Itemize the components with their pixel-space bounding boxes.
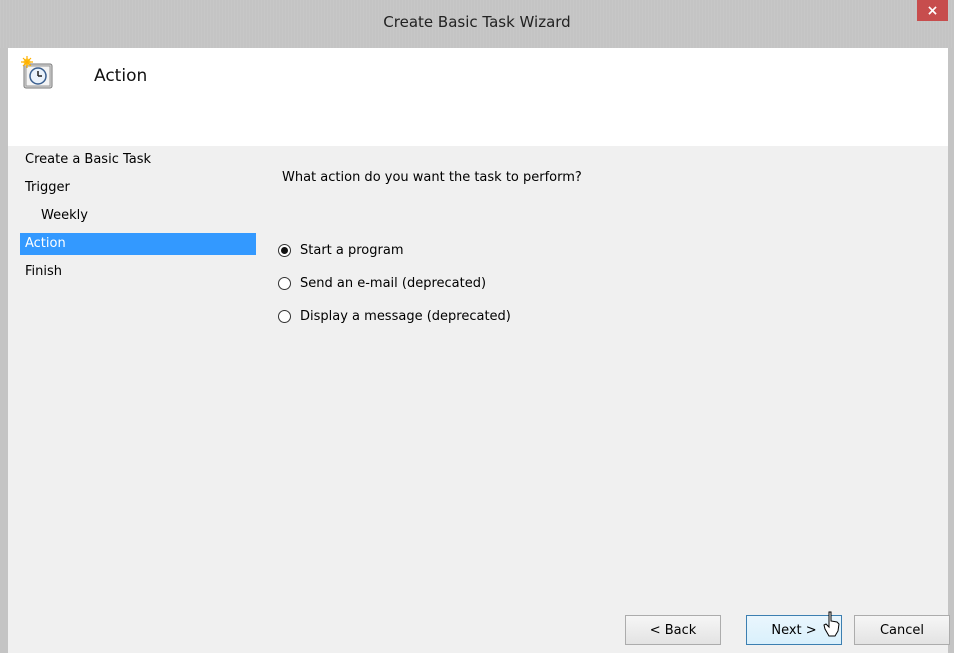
window-frame-right (948, 48, 954, 653)
action-question: What action do you want the task to perf… (282, 170, 582, 185)
option-label: Display a message (deprecated) (300, 309, 511, 324)
step-create-basic-task: Create a Basic Task (25, 152, 152, 167)
radio-display-message[interactable] (278, 310, 291, 323)
step-weekly: Weekly (41, 208, 88, 223)
task-scheduler-icon (21, 56, 53, 89)
radio-send-email[interactable] (278, 277, 291, 290)
option-send-email[interactable]: Send an e-mail (deprecated) (278, 267, 511, 300)
close-button[interactable]: × (917, 0, 948, 21)
title-bar: Create Basic Task Wizard × (0, 0, 954, 48)
wizard-header: Action (8, 48, 948, 146)
option-label: Start a program (300, 243, 404, 258)
action-options: Start a program Send an e-mail (deprecat… (278, 234, 511, 333)
window-frame-left (0, 48, 8, 653)
step-finish: Finish (25, 264, 63, 279)
option-display-message[interactable]: Display a message (deprecated) (278, 300, 511, 333)
wizard-body: Create a Basic Task Trigger Weekly Actio… (8, 146, 950, 653)
step-action: Action (20, 233, 256, 255)
back-button[interactable]: < Back (625, 615, 721, 645)
wizard-steps: Create a Basic Task Trigger Weekly Actio… (20, 146, 256, 286)
option-label: Send an e-mail (deprecated) (300, 276, 487, 291)
mouse-cursor-icon (823, 611, 840, 637)
option-start-program[interactable]: Start a program (278, 234, 511, 267)
page-title: Action (94, 66, 148, 86)
cancel-button[interactable]: Cancel (854, 615, 950, 645)
radio-start-program[interactable] (278, 244, 291, 257)
step-trigger: Trigger (25, 180, 70, 195)
window-title: Create Basic Task Wizard (383, 13, 571, 31)
